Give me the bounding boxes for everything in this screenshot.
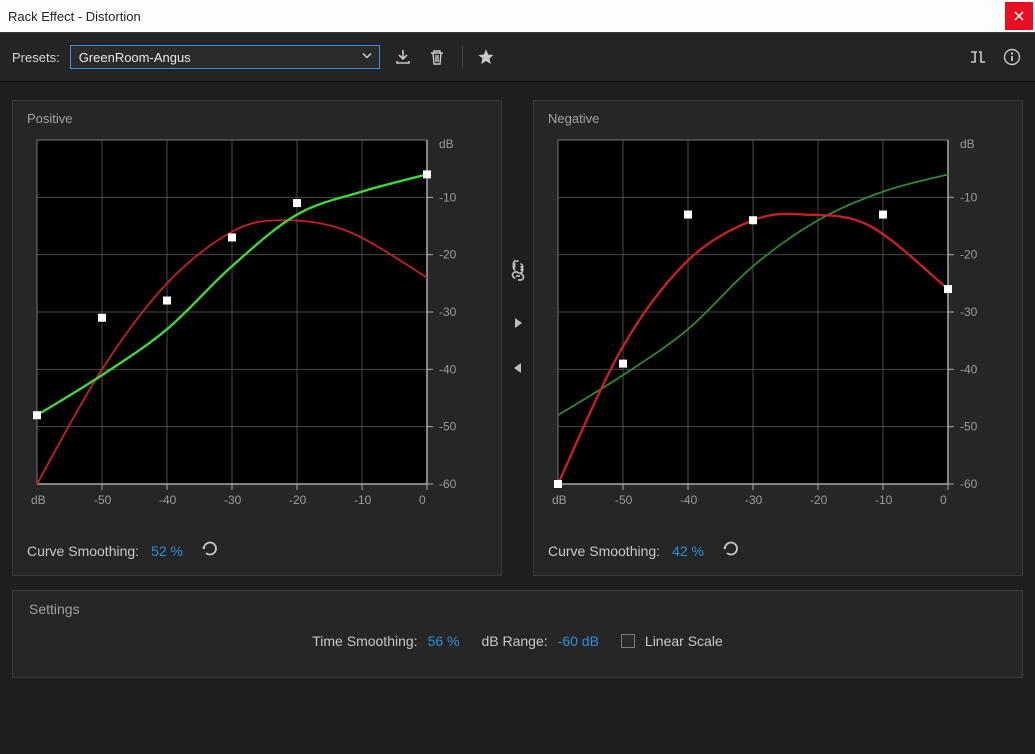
svg-text:-20: -20 xyxy=(810,493,828,507)
svg-text:-20: -20 xyxy=(960,248,978,262)
svg-text:0: 0 xyxy=(419,493,426,507)
reset-icon xyxy=(722,540,740,558)
linear-scale-label[interactable]: Linear Scale xyxy=(645,633,723,649)
titlebar: Rack Effect - Distortion xyxy=(0,0,1035,32)
link-icon xyxy=(509,267,527,285)
svg-text:-60: -60 xyxy=(439,477,457,491)
svg-text:-10: -10 xyxy=(960,190,978,204)
presets-label: Presets: xyxy=(12,50,60,65)
svg-text:-40: -40 xyxy=(680,493,698,507)
favorite-button[interactable] xyxy=(475,46,497,68)
delete-preset-button[interactable] xyxy=(426,46,448,68)
svg-text:0: 0 xyxy=(940,493,947,507)
window-title: Rack Effect - Distortion xyxy=(8,9,141,24)
svg-text:-10: -10 xyxy=(354,493,372,507)
settings-panel: Settings Time Smoothing: 56 % dB Range: … xyxy=(12,590,1023,678)
svg-text:-40: -40 xyxy=(439,362,457,376)
window-close-button[interactable] xyxy=(1005,2,1033,30)
svg-text:-30: -30 xyxy=(224,493,242,507)
svg-text:-30: -30 xyxy=(960,305,978,319)
route-button[interactable] xyxy=(967,46,989,68)
db-range-value[interactable]: -60 dB xyxy=(558,633,599,649)
preset-select[interactable]: GreenRoom-Angus xyxy=(70,45,380,69)
linear-scale-checkbox[interactable] xyxy=(621,634,635,648)
preset-select-value: GreenRoom-Angus xyxy=(79,50,191,65)
positive-title: Positive xyxy=(27,111,487,126)
star-icon xyxy=(477,48,495,66)
trash-icon xyxy=(428,48,446,66)
svg-text:dB: dB xyxy=(439,137,454,151)
svg-text:-20: -20 xyxy=(439,248,457,262)
close-icon xyxy=(1014,11,1024,21)
link-controls xyxy=(502,60,533,576)
curve-panels: Positive -60 -50 -40 -30 -20 -10 dB -50 -40 -30 -2… xyxy=(0,82,1035,576)
copy-left-button[interactable] xyxy=(511,361,525,378)
negative-title: Negative xyxy=(548,111,1008,126)
positive-smoothing-label: Curve Smoothing: xyxy=(27,543,139,559)
svg-text:-10: -10 xyxy=(439,190,457,204)
negative-reset-button[interactable] xyxy=(722,540,740,561)
db-range-label: dB Range: xyxy=(481,633,547,649)
triangle-right-icon xyxy=(511,316,525,330)
negative-panel: Negative -60 -50 -40 -30 -20 -10 dB -50 -40 -30 -2… xyxy=(533,100,1023,576)
time-smoothing-label: Time Smoothing: xyxy=(312,633,417,649)
negative-smoothing-label: Curve Smoothing: xyxy=(548,543,660,559)
svg-text:-60: -60 xyxy=(960,477,978,491)
time-smoothing-value[interactable]: 56 % xyxy=(428,633,460,649)
reset-icon xyxy=(201,540,219,558)
svg-text:-40: -40 xyxy=(960,362,978,376)
svg-text:-20: -20 xyxy=(289,493,307,507)
positive-chart[interactable]: -60 -50 -40 -30 -20 -10 dB -50 -40 -30 -20 -10 0 dB xyxy=(27,134,487,514)
negative-smoothing-value[interactable]: 42 % xyxy=(672,543,704,559)
settings-title: Settings xyxy=(29,601,1006,617)
topbar-separator xyxy=(462,46,463,68)
svg-text:-50: -50 xyxy=(960,420,978,434)
copy-right-button[interactable] xyxy=(511,316,525,333)
svg-text:-30: -30 xyxy=(439,305,457,319)
info-button[interactable] xyxy=(1001,46,1023,68)
svg-text:dB: dB xyxy=(960,137,975,151)
positive-smoothing-value[interactable]: 52 % xyxy=(151,543,183,559)
chevron-down-icon xyxy=(361,50,373,65)
svg-text:-30: -30 xyxy=(745,493,763,507)
download-icon xyxy=(394,48,412,66)
svg-text:-40: -40 xyxy=(159,493,177,507)
svg-text:dB: dB xyxy=(552,493,567,507)
svg-text:-50: -50 xyxy=(94,493,112,507)
svg-text:-50: -50 xyxy=(615,493,633,507)
positive-panel: Positive -60 -50 -40 -30 -20 -10 dB -50 -40 -30 -2… xyxy=(12,100,502,576)
save-preset-button[interactable] xyxy=(392,46,414,68)
route-icon xyxy=(969,48,987,66)
negative-chart[interactable]: -60 -50 -40 -30 -20 -10 dB -50 -40 -30 -20 -10 0 dB xyxy=(548,134,1008,514)
info-icon xyxy=(1003,48,1021,66)
svg-text:dB: dB xyxy=(31,493,46,507)
svg-text:-10: -10 xyxy=(875,493,893,507)
positive-reset-button[interactable] xyxy=(201,540,219,561)
svg-text:-50: -50 xyxy=(439,420,457,434)
triangle-left-icon xyxy=(511,361,525,375)
link-curves-button-real[interactable] xyxy=(509,267,527,288)
